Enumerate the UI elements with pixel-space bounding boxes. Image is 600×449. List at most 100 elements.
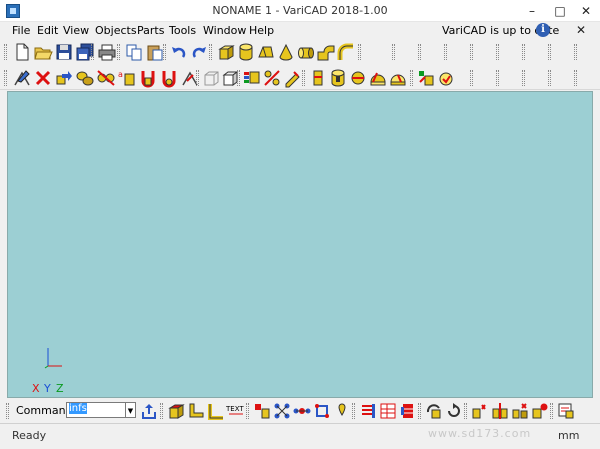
- menu-window[interactable]: Window: [203, 24, 246, 37]
- maximize-button[interactable]: □: [546, 0, 574, 22]
- redo-icon[interactable]: [189, 42, 209, 62]
- toolbar-grip[interactable]: [418, 403, 421, 419]
- toolbar-grip[interactable]: [6, 403, 9, 419]
- move-icon[interactable]: [312, 401, 332, 421]
- scale-icon[interactable]: [530, 401, 550, 421]
- transform-icon[interactable]: [54, 68, 74, 88]
- colors-icon[interactable]: [242, 68, 262, 88]
- prism-solid-icon[interactable]: [256, 42, 276, 62]
- menu-help[interactable]: Help: [249, 24, 274, 37]
- cone-solid-icon[interactable]: [276, 42, 296, 62]
- subtract-icon[interactable]: [348, 68, 368, 88]
- measure-icon[interactable]: [138, 68, 158, 88]
- copy-icon[interactable]: [124, 42, 144, 62]
- document-close-button[interactable]: ✕: [576, 23, 586, 37]
- toolbar-grip[interactable]: [496, 44, 499, 60]
- toolbar-grip[interactable]: [574, 44, 577, 60]
- toolbar-grip[interactable]: [522, 44, 525, 60]
- toolbar-grip[interactable]: [163, 44, 166, 60]
- mechanical-icon[interactable]: [436, 68, 456, 88]
- delete-icon[interactable]: [33, 68, 53, 88]
- toolbar-grip[interactable]: [470, 70, 473, 86]
- info-icon[interactable]: i: [536, 23, 550, 37]
- mirror-icon[interactable]: [470, 401, 490, 421]
- properties-icon[interactable]: [556, 401, 576, 421]
- rotate-icon[interactable]: [424, 401, 444, 421]
- align-icon[interactable]: [490, 401, 510, 421]
- toolbar-grip[interactable]: [418, 44, 421, 60]
- cylinder-solid-icon[interactable]: [236, 42, 256, 62]
- drawing-canvas[interactable]: [7, 91, 593, 398]
- tube-solid-icon[interactable]: [296, 42, 316, 62]
- section-icon[interactable]: [282, 68, 302, 88]
- toolbar-grip[interactable]: [91, 44, 94, 60]
- toolbar-grip[interactable]: [117, 44, 120, 60]
- union-icon[interactable]: [368, 68, 388, 88]
- menu-view[interactable]: View: [63, 24, 89, 37]
- toolbar-grip[interactable]: [410, 70, 413, 86]
- paste-icon[interactable]: [145, 42, 165, 62]
- wireframe-icon[interactable]: [201, 68, 221, 88]
- text-icon[interactable]: TEXT: [226, 401, 246, 421]
- toolbar-grip[interactable]: [548, 44, 551, 60]
- bom-icon[interactable]: [378, 401, 398, 421]
- toolbar-grip[interactable]: [522, 70, 525, 86]
- l-shape-icon[interactable]: [206, 401, 226, 421]
- box-3d-icon[interactable]: [166, 401, 186, 421]
- redo-view-icon[interactable]: [444, 401, 464, 421]
- table-icon[interactable]: [398, 401, 418, 421]
- copy-3d-icon[interactable]: [75, 68, 95, 88]
- pin-icon[interactable]: [332, 401, 352, 421]
- attributes-icon[interactable]: a: [117, 68, 137, 88]
- explode-icon[interactable]: [510, 401, 530, 421]
- cut-box-icon[interactable]: [328, 68, 348, 88]
- command-dropdown-button[interactable]: ▼: [126, 402, 136, 418]
- open-file-icon[interactable]: [33, 42, 53, 62]
- box-solid-icon[interactable]: [216, 42, 236, 62]
- toolbar-grip[interactable]: [496, 70, 499, 86]
- toolbar-grip[interactable]: [548, 70, 551, 86]
- list-icon[interactable]: [358, 401, 378, 421]
- menu-tools[interactable]: Tools: [169, 24, 196, 37]
- cut-cylinder-icon[interactable]: [308, 68, 328, 88]
- toolbar-grip[interactable]: [358, 44, 361, 60]
- toolbar-grip[interactable]: [209, 44, 212, 60]
- toolbar-grip[interactable]: [444, 44, 447, 60]
- toolbar-grip[interactable]: [237, 70, 240, 86]
- close-button[interactable]: ✕: [572, 0, 600, 22]
- menu-file[interactable]: File: [12, 24, 30, 37]
- angle-icon[interactable]: [186, 401, 206, 421]
- menu-edit[interactable]: Edit: [37, 24, 58, 37]
- tools-icon[interactable]: [159, 68, 179, 88]
- sketch-icon[interactable]: [12, 68, 32, 88]
- new-file-icon[interactable]: [12, 42, 32, 62]
- minimize-button[interactable]: –: [518, 0, 546, 22]
- intersect-icon[interactable]: [388, 68, 408, 88]
- toolbar-grip[interactable]: [4, 44, 7, 60]
- node-icon[interactable]: [292, 401, 312, 421]
- menu-objects[interactable]: Objects: [95, 24, 137, 37]
- group-icon[interactable]: [272, 401, 292, 421]
- pipe-bend-icon[interactable]: [336, 42, 356, 62]
- toolbar-grip[interactable]: [160, 403, 163, 419]
- toolbar-grip[interactable]: [392, 44, 395, 60]
- command-input[interactable]: infs: [66, 402, 126, 418]
- print-icon[interactable]: [97, 42, 117, 62]
- toolbar-grip[interactable]: [4, 70, 7, 86]
- toolbar-grip[interactable]: [550, 403, 553, 419]
- insert-part-icon[interactable]: [252, 401, 272, 421]
- assembly-icon[interactable]: [96, 68, 116, 88]
- menu-parts[interactable]: Parts: [137, 24, 164, 37]
- undo-icon[interactable]: [169, 42, 189, 62]
- toolbar-grip[interactable]: [196, 70, 199, 86]
- toolbar-grip[interactable]: [470, 44, 473, 60]
- toolbar-grip[interactable]: [302, 70, 305, 86]
- hide-icon[interactable]: [262, 68, 282, 88]
- elbow-solid-icon[interactable]: [316, 42, 336, 62]
- toolbar-grip[interactable]: [352, 403, 355, 419]
- toolbar-grip[interactable]: [246, 403, 249, 419]
- save-icon[interactable]: [54, 42, 74, 62]
- toolbar-grip[interactable]: [464, 403, 467, 419]
- nc-icon[interactable]: [416, 68, 436, 88]
- export-icon[interactable]: [139, 401, 159, 421]
